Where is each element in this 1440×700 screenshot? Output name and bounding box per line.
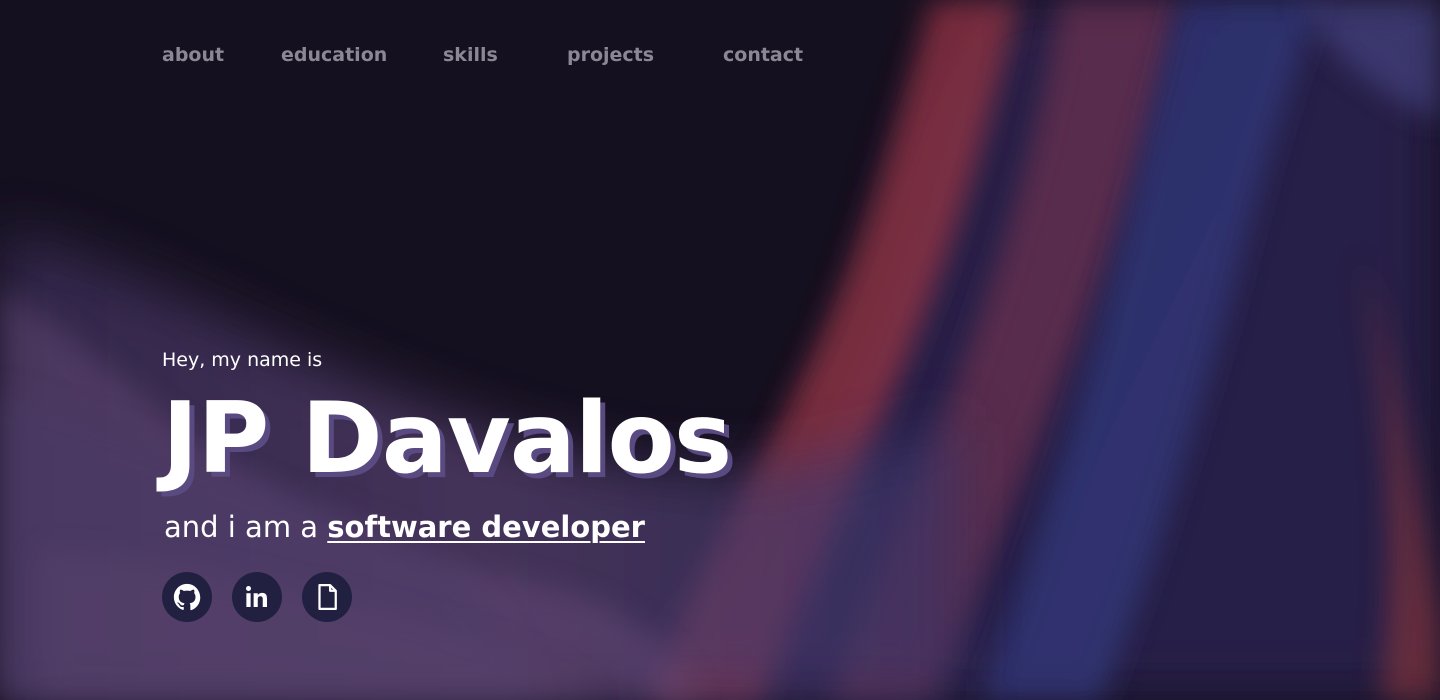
nav-item-skills[interactable]: skills <box>443 40 498 70</box>
resume-document-icon <box>318 584 337 610</box>
hero-section: Hey, my name is JP Davalos and i am a so… <box>162 345 922 622</box>
nav-item-about[interactable]: about <box>162 40 224 70</box>
hero-greeting: Hey, my name is <box>162 349 323 371</box>
github-icon <box>173 583 201 611</box>
nav-item-education[interactable]: education <box>281 40 387 70</box>
nav-item-projects[interactable]: projects <box>567 40 654 70</box>
hero-role: software developer <box>327 510 645 544</box>
nav-item-contact[interactable]: contact <box>723 40 803 70</box>
resume-link[interactable] <box>302 572 352 622</box>
linkedin-link[interactable] <box>232 572 282 622</box>
linkedin-icon <box>246 586 267 607</box>
github-link[interactable] <box>162 572 212 622</box>
page: about education skills projects contact … <box>0 0 1440 700</box>
hero-tagline: and i am a software developer <box>164 507 922 547</box>
tagline-prefix: and i am a <box>164 510 328 544</box>
social-links <box>162 572 922 622</box>
hero-name: JP Davalos <box>162 382 732 496</box>
